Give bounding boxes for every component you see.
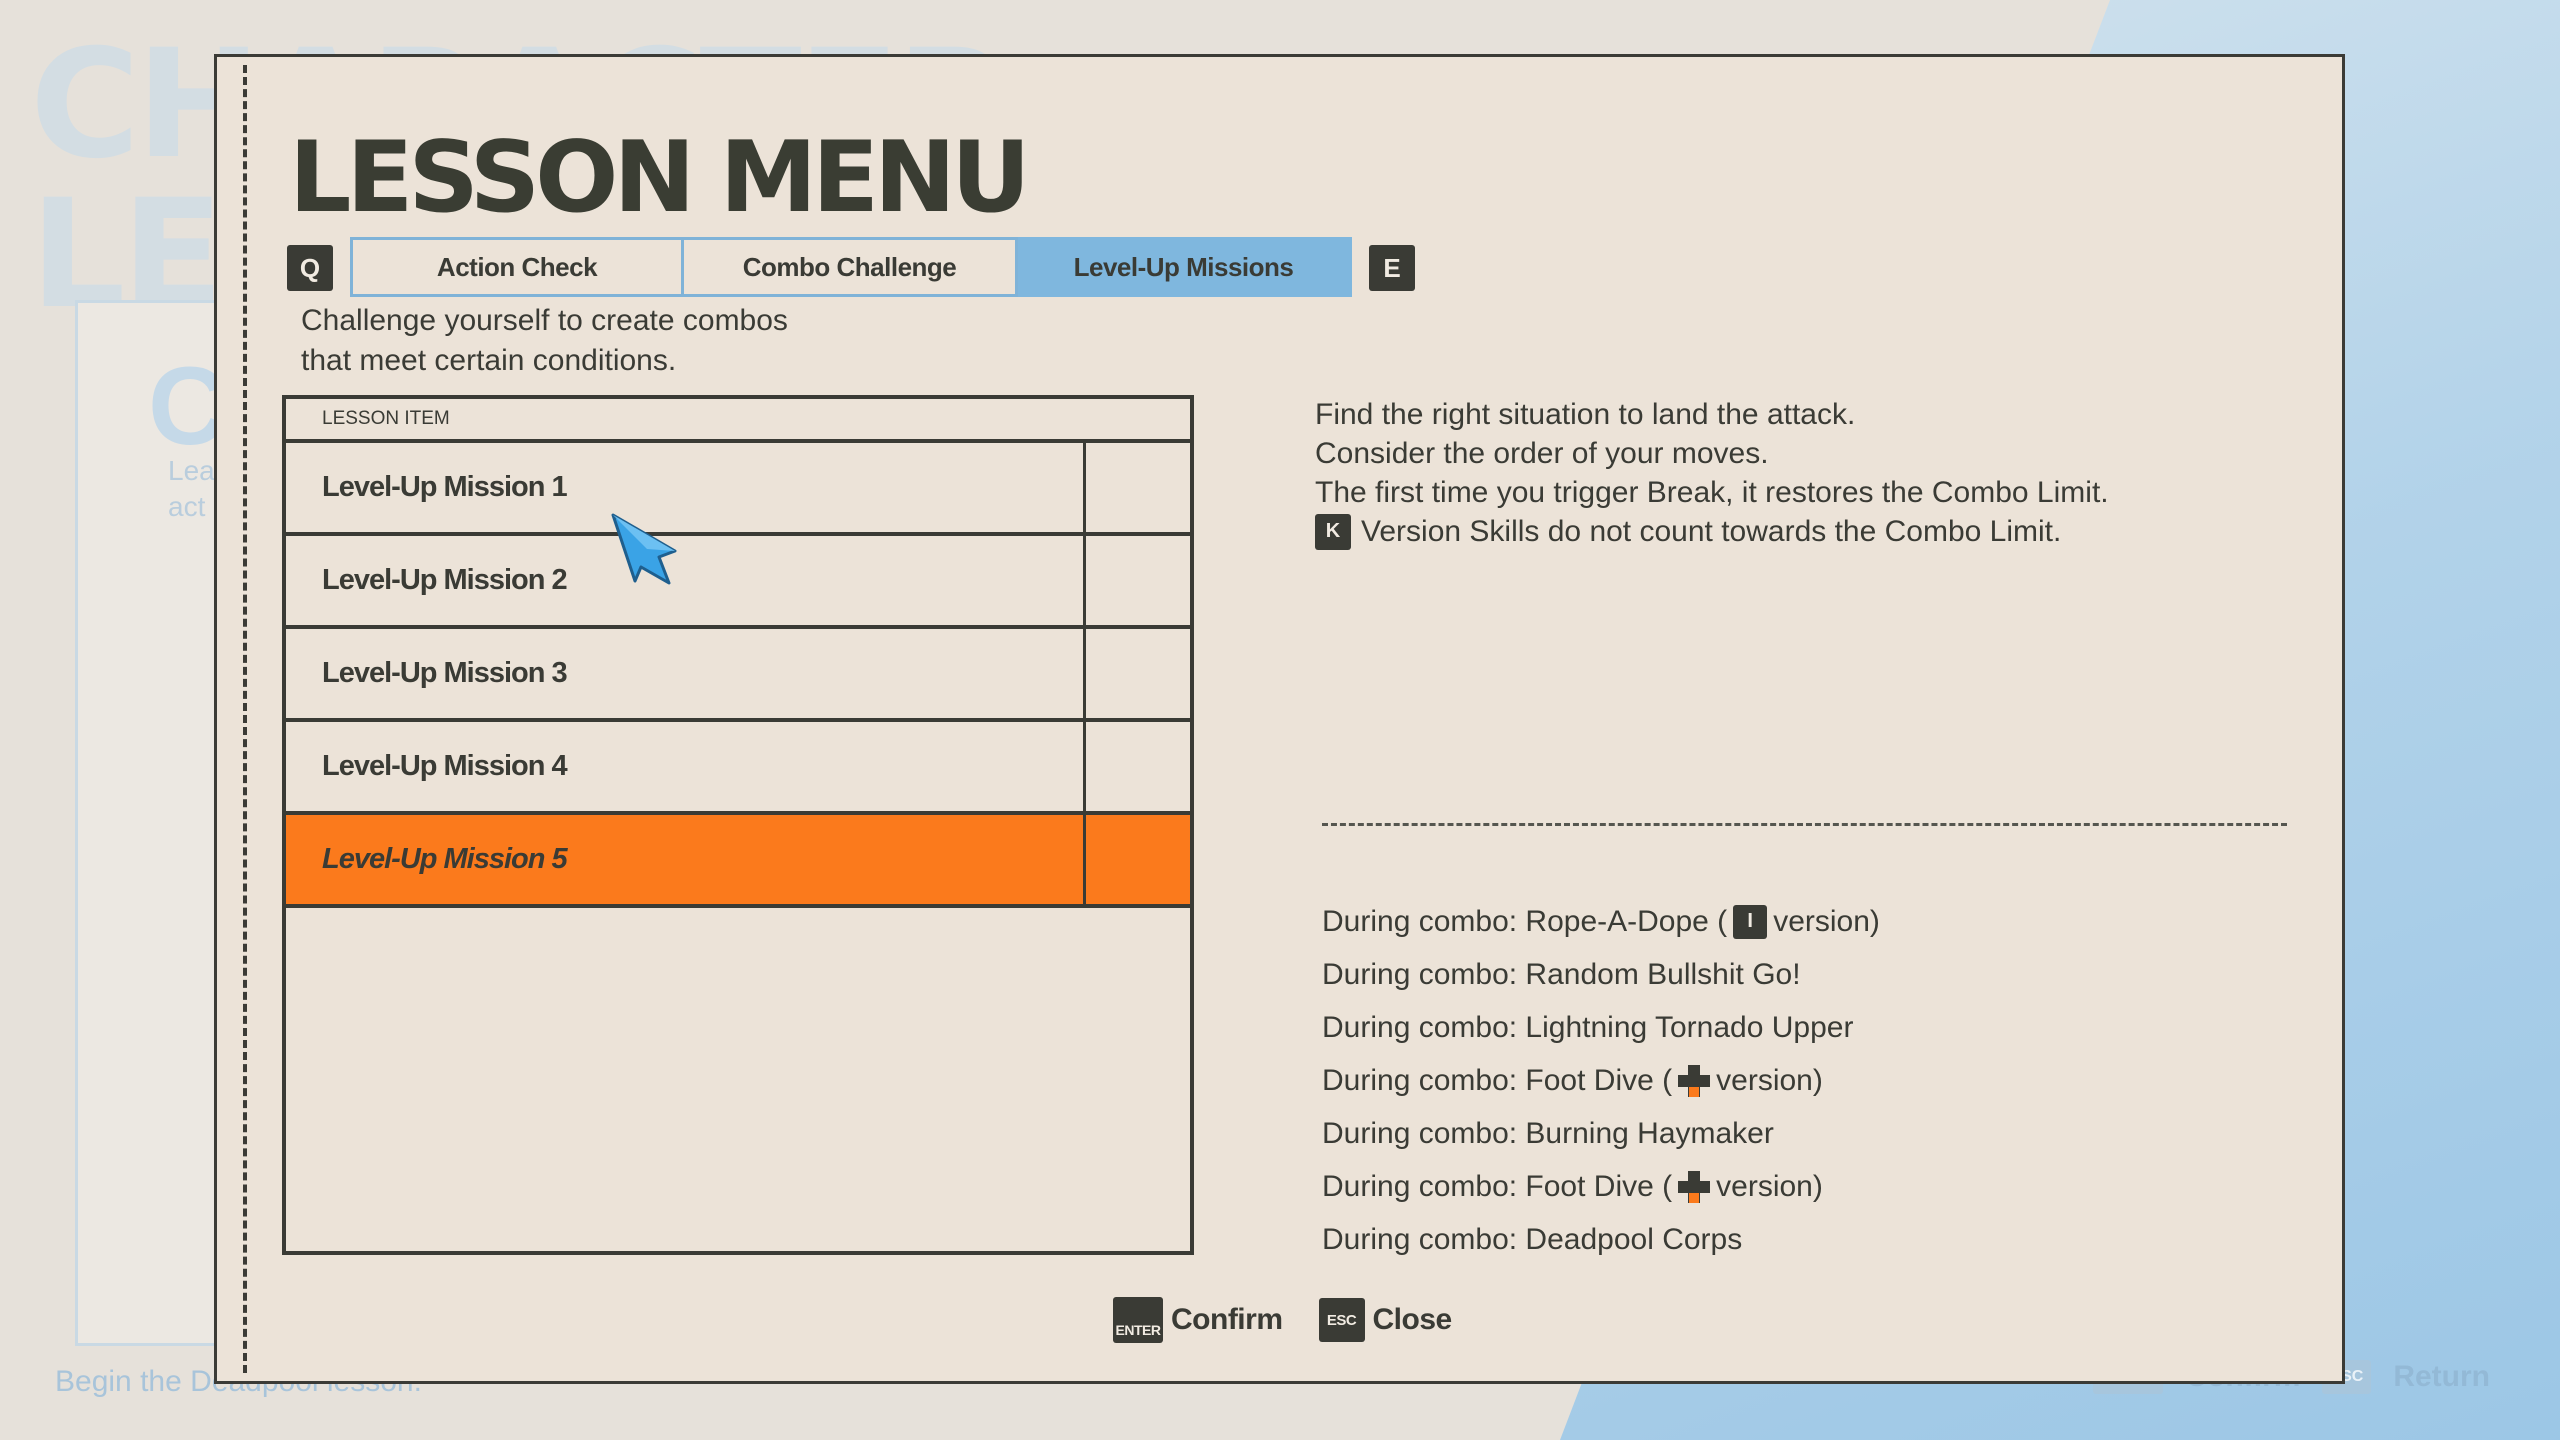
condition-text: During combo: Foot Dive (	[1322, 1169, 1673, 1203]
confirm-button[interactable]: ENTER Confirm	[1113, 1297, 1283, 1343]
list-item[interactable]: Level-Up Mission 2	[286, 536, 1190, 629]
i-key-icon: I	[1733, 904, 1768, 939]
mission-description: Find the right situation to land the att…	[1315, 395, 2109, 551]
tab-bar: Action Check Combo Challenge Level-Up Mi…	[350, 237, 1352, 297]
k-key-icon: K	[1315, 513, 1351, 550]
list-item-status	[1086, 443, 1190, 532]
description-line: Find the right situation to land the att…	[1315, 398, 1856, 431]
dpad-down-icon	[1678, 1170, 1711, 1203]
tab-combo-challenge[interactable]: Combo Challenge	[684, 237, 1018, 297]
next-tab-key-icon[interactable]: E	[1369, 245, 1415, 291]
description-line: Consider the order of your moves.	[1315, 437, 1769, 470]
close-label: Close	[1372, 1303, 1453, 1336]
condition-item: During combo: Deadpool Corps	[1322, 1222, 1743, 1256]
condition-text: version)	[1716, 1169, 1823, 1203]
list-item-status	[1086, 722, 1190, 811]
description-line-text: Version Skills do not count towards the …	[1361, 515, 2062, 548]
lesson-list: LESSON ITEM Level-Up Mission 1 Level-Up …	[282, 395, 1194, 1255]
section-divider	[1322, 823, 2287, 826]
condition-text: version)	[1773, 904, 1880, 938]
panel-dashed-margin	[243, 65, 247, 1373]
list-item-label: Level-Up Mission 3	[286, 629, 1086, 718]
condition-item: During combo: Foot Dive ( version)	[1322, 1054, 1880, 1107]
list-item[interactable]: Level-Up Mission 3	[286, 629, 1190, 722]
close-button[interactable]: ESC Close	[1318, 1298, 1453, 1342]
tab-description-line2: that meet certain conditions.	[301, 344, 677, 377]
esc-key-icon: ESC	[1318, 1298, 1365, 1342]
lesson-menu-panel: LESSON MENU Q Action Check Combo Challen…	[214, 54, 2345, 1384]
pointer-cursor-icon	[611, 513, 677, 585]
list-item-selected[interactable]: Level-Up Mission 5	[286, 815, 1190, 908]
condition-text: During combo: Rope-A-Dope (	[1322, 904, 1728, 938]
enter-key-icon: ENTER	[1113, 1297, 1163, 1343]
prev-tab-key-icon[interactable]: Q	[287, 245, 333, 291]
condition-item: During combo: Burning Haymaker	[1322, 1116, 1774, 1150]
condition-item: During combo: Rope-A-Dope ( I version)	[1322, 895, 1880, 948]
condition-item: During combo: Foot Dive ( version)	[1322, 1160, 1880, 1213]
background-sheet-text-line1: Lea	[168, 455, 215, 486]
condition-text: version)	[1716, 1063, 1823, 1097]
mission-conditions: During combo: Rope-A-Dope ( I version) D…	[1322, 895, 1880, 1266]
tab-level-up-missions[interactable]: Level-Up Missions	[1018, 237, 1352, 297]
tab-action-check[interactable]: Action Check	[350, 237, 684, 297]
background-sheet-text: Lea act	[168, 453, 215, 525]
background-sheet-text-line2: act	[168, 491, 206, 522]
page-title: LESSON MENU	[289, 121, 1031, 235]
tab-description: Challenge yourself to create combos that…	[301, 301, 788, 381]
list-item-status	[1086, 629, 1190, 718]
condition-item: During combo: Random Bullshit Go!	[1322, 957, 1801, 991]
list-item-label: Level-Up Mission 5	[286, 815, 1086, 904]
dpad-down-icon	[1678, 1064, 1711, 1097]
confirm-label: Confirm	[1171, 1303, 1283, 1336]
list-item[interactable]: Level-Up Mission 1	[286, 443, 1190, 536]
list-item[interactable]: Level-Up Mission 4	[286, 722, 1190, 815]
list-item-status	[1086, 536, 1190, 625]
condition-item: During combo: Lightning Tornado Upper	[1322, 1010, 1854, 1044]
footer-controls: ENTER Confirm ESC Close	[1113, 1297, 1452, 1343]
tab-description-line1: Challenge yourself to create combos	[301, 304, 788, 337]
description-line: K Version Skills do not count towards th…	[1315, 512, 2109, 551]
list-item-label: Level-Up Mission 4	[286, 722, 1086, 811]
list-item-status	[1086, 815, 1190, 904]
background-return-label: Return	[2393, 1360, 2490, 1393]
description-line: The first time you trigger Break, it res…	[1315, 476, 2109, 509]
condition-text: During combo: Foot Dive (	[1322, 1063, 1673, 1097]
lesson-list-header: LESSON ITEM	[286, 399, 1190, 443]
